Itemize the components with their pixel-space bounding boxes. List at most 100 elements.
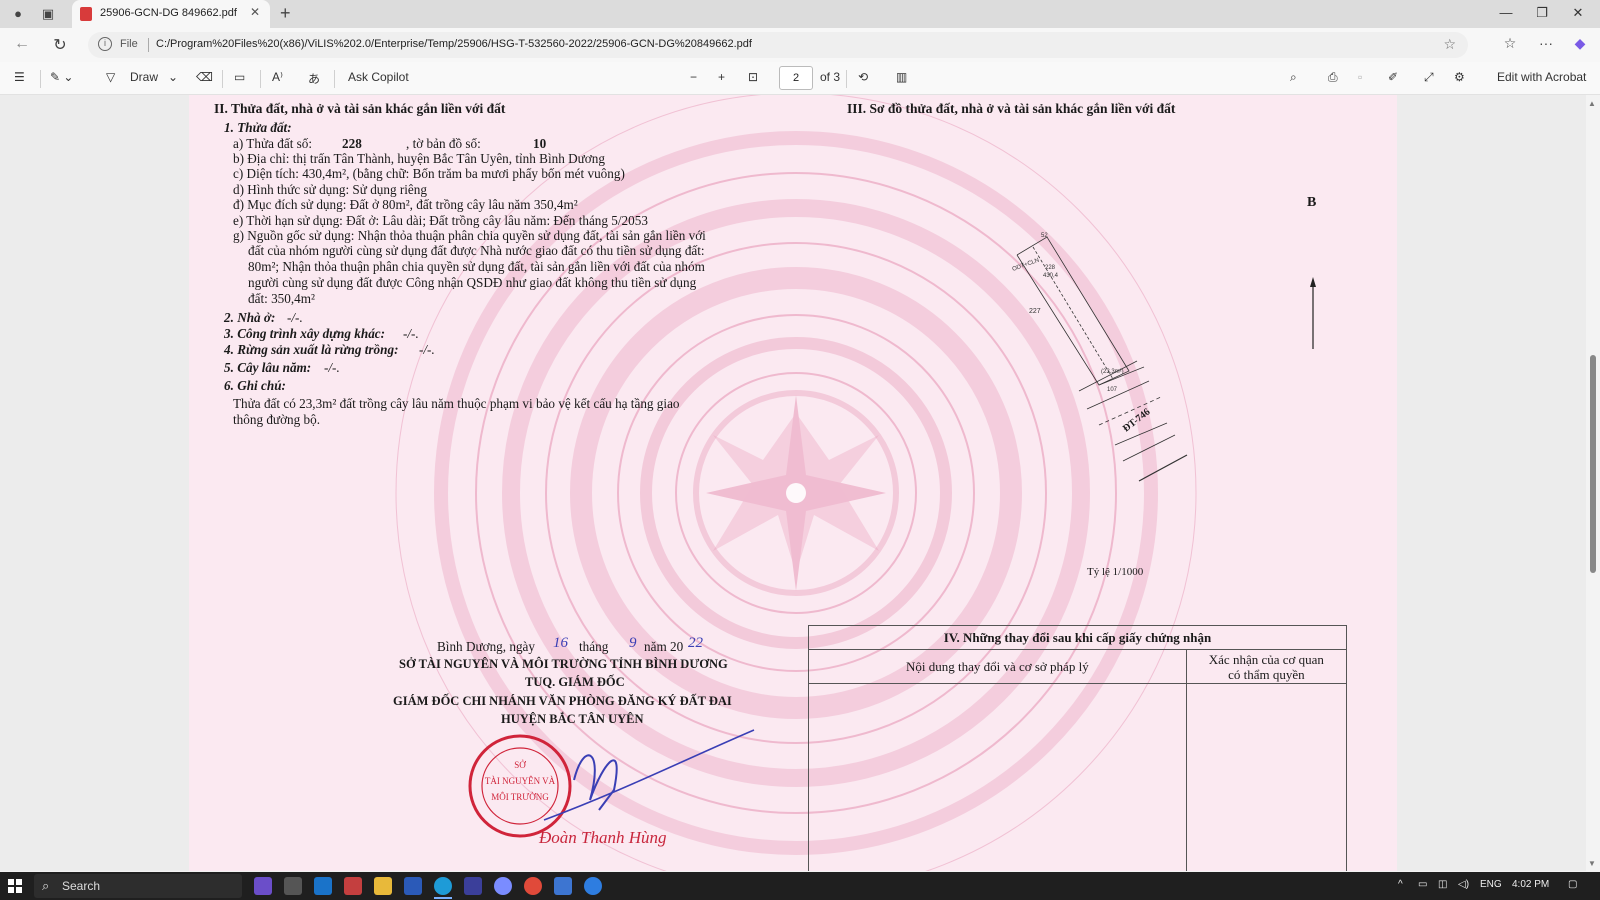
scale-label: Tỷ lệ 1/1000: [1087, 566, 1144, 578]
pdf-viewer[interactable]: II. Thửa đất, nhà ở và tài sản khác gắn …: [0, 95, 1586, 871]
app-icon-11[interactable]: [554, 877, 572, 895]
taskbar-search[interactable]: ⌕ Search: [34, 874, 242, 898]
fit-page-icon[interactable]: ⊡: [748, 70, 758, 84]
more-menu-icon[interactable]: ···: [1536, 35, 1556, 51]
draw-button[interactable]: Draw: [130, 70, 158, 84]
changes-col-confirm: Xác nhận của cơ quan có thẩm quyền: [1185, 649, 1348, 684]
vertical-scrollbar[interactable]: ▲ ▼: [1586, 95, 1600, 871]
origin-line-1: g) Nguồn gốc sử dụng: Nhận thỏa thuận ph…: [233, 228, 706, 243]
favorite-star-icon[interactable]: ☆: [1443, 36, 1456, 53]
changes-col-confirm-line-2: có thẩm quyền: [1228, 666, 1305, 682]
pdf-toolbar: ☰ ✎ ⌄ ▽ Draw ⌄ ⌫ ▭ A⁾ あ Ask Copilot − + …: [0, 62, 1600, 95]
svg-text:TÀI NGUYÊN VÀ: TÀI NGUYÊN VÀ: [485, 776, 556, 786]
search-icon[interactable]: ⌕: [1290, 70, 1297, 85]
date-prefix: Bình Dương, ngày: [437, 639, 536, 654]
settings-icon[interactable]: ⚙: [1454, 70, 1465, 84]
map-sheet-label: , tờ bản đồ số:: [406, 136, 481, 151]
file-explorer-icon[interactable]: [374, 877, 392, 895]
zoom-out-icon[interactable]: −: [690, 70, 697, 84]
task-view-icon[interactable]: [284, 877, 302, 895]
url-text[interactable]: C:/Program%20Files%20(x86)/ViLIS%202.0/E…: [156, 38, 752, 50]
org-line-3: GIÁM ĐỐC CHI NHÁNH VĂN PHÒNG ĐĂNG KÝ ĐẤT…: [393, 694, 732, 708]
house-value: -/-.: [287, 310, 303, 325]
restore-icon[interactable]: ❐: [1532, 5, 1552, 21]
tray-battery-icon[interactable]: ▭: [1418, 879, 1427, 890]
page-number-input[interactable]: 2: [779, 66, 813, 90]
back-icon[interactable]: ←: [12, 35, 32, 53]
text-box-icon[interactable]: ▭: [234, 70, 245, 84]
messenger-icon[interactable]: [494, 877, 512, 895]
toolbar-separator: [260, 70, 261, 88]
new-tab-button[interactable]: +: [280, 3, 291, 24]
refresh-icon[interactable]: ↻: [50, 35, 70, 55]
read-aloud-icon[interactable]: A⁾: [272, 70, 283, 84]
changes-table-title: IV. Những thay đổi sau khi cấp giấy chứn…: [808, 625, 1347, 650]
highlight-icon[interactable]: ✎ ⌄: [50, 70, 73, 84]
page-view-icon[interactable]: ▥: [896, 70, 907, 84]
close-window-icon[interactable]: ✕: [1568, 5, 1588, 21]
tab-pdf[interactable]: 25906-GCN-DG 849662.pdf ✕: [72, 0, 270, 28]
close-tab-icon[interactable]: ✕: [250, 5, 260, 19]
plot-label-5: 227: [1029, 308, 1041, 315]
copilot-app-icon[interactable]: [254, 877, 272, 895]
ask-copilot-button[interactable]: Ask Copilot: [348, 70, 409, 84]
save-as-icon[interactable]: ✐: [1388, 70, 1398, 84]
print-icon[interactable]: ⎙: [1328, 70, 1338, 85]
address-line: b) Địa chỉ: thị trấn Tân Thành, huyện Bắ…: [233, 151, 605, 166]
favorites-icon[interactable]: ☆: [1500, 35, 1520, 52]
plot-label-3: 228: [1045, 265, 1056, 271]
tray-clock[interactable]: 4:02 PM: [1512, 879, 1549, 890]
notification-icon[interactable]: ▢: [1568, 879, 1577, 890]
outlook-icon[interactable]: [314, 877, 332, 895]
translate-icon[interactable]: あ: [308, 70, 320, 87]
changes-cell-empty: [808, 683, 1187, 871]
notes-line-2: thông đường bộ.: [233, 412, 321, 427]
tray-chevron-icon[interactable]: ^: [1398, 879, 1403, 890]
search-icon: ⌕: [42, 878, 50, 893]
toolbar-separator: [846, 70, 847, 88]
chrome-icon[interactable]: [524, 877, 542, 895]
scrollbar-thumb[interactable]: [1590, 355, 1596, 573]
profile-icon[interactable]: ●: [8, 4, 28, 24]
edge-icon[interactable]: [434, 877, 452, 895]
signer-name: Đoàn Thanh Hùng: [539, 828, 667, 847]
save-icon[interactable]: ▫: [1358, 70, 1362, 84]
info-icon[interactable]: i: [98, 37, 112, 51]
zalo-icon[interactable]: [584, 877, 602, 895]
parcel-number: 228: [342, 136, 362, 151]
date-year-label: năm 20: [644, 639, 684, 654]
date-day: 16: [553, 635, 568, 651]
word-icon[interactable]: [404, 877, 422, 895]
minimize-icon[interactable]: —: [1496, 5, 1516, 20]
edit-with-acrobat-button[interactable]: Edit with Acrobat: [1497, 70, 1586, 84]
draw-icon[interactable]: ▽: [106, 70, 115, 84]
org-line-1: SỞ TÀI NGUYÊN VÀ MÔI TRƯỜNG TỈNH BÌNH DƯ…: [399, 657, 728, 671]
parcel-sketch: 52 ODT+CLN 228 430,4 227 (23,3m²) 107: [1012, 233, 1316, 482]
calendar-app-icon[interactable]: [344, 877, 362, 895]
fullscreen-icon[interactable]: ⤢: [1424, 70, 1434, 85]
draw-dropdown-icon[interactable]: ⌄: [168, 70, 178, 84]
eraser-icon[interactable]: ⌫: [196, 70, 213, 84]
scroll-down-icon[interactable]: ▼: [1588, 859, 1596, 868]
usage-purpose-line: đ) Mục đích sử dụng: Đất ở 80m², đất trồ…: [233, 197, 578, 212]
tab-title: 25906-GCN-DG 849662.pdf: [100, 7, 237, 19]
usage-term-line: e) Thời hạn sử dụng: Đất ở: Lâu dài; Đất…: [233, 213, 648, 228]
tray-language[interactable]: ENG: [1480, 879, 1502, 890]
windows-start-icon[interactable]: [8, 879, 22, 893]
copilot-icon[interactable]: ◆: [1570, 35, 1590, 52]
scroll-up-icon[interactable]: ▲: [1588, 99, 1596, 108]
plot-label-2: ODT+CLN: [1012, 258, 1041, 273]
notes-label: 6. Ghi chú:: [224, 378, 286, 393]
svg-text:SỞ: SỞ: [514, 760, 526, 770]
area-line: c) Diện tích: 430,4m², (bằng chữ: Bốn tr…: [233, 166, 625, 181]
contents-icon[interactable]: ☰: [14, 70, 25, 84]
zoom-in-icon[interactable]: +: [718, 70, 725, 84]
file-label: File: [120, 38, 138, 50]
tab-actions-icon[interactable]: ▣: [38, 4, 58, 24]
perennial-label: 5. Cây lâu năm:: [224, 360, 312, 375]
rotate-icon[interactable]: ⟲: [858, 70, 868, 84]
tray-volume-icon[interactable]: ◁): [1458, 879, 1469, 890]
app-icon-8[interactable]: [464, 877, 482, 895]
tray-network-icon[interactable]: ◫: [1438, 879, 1447, 890]
url-box[interactable]: i File C:/Program%20Files%20(x86)/ViLIS%…: [88, 32, 1468, 58]
